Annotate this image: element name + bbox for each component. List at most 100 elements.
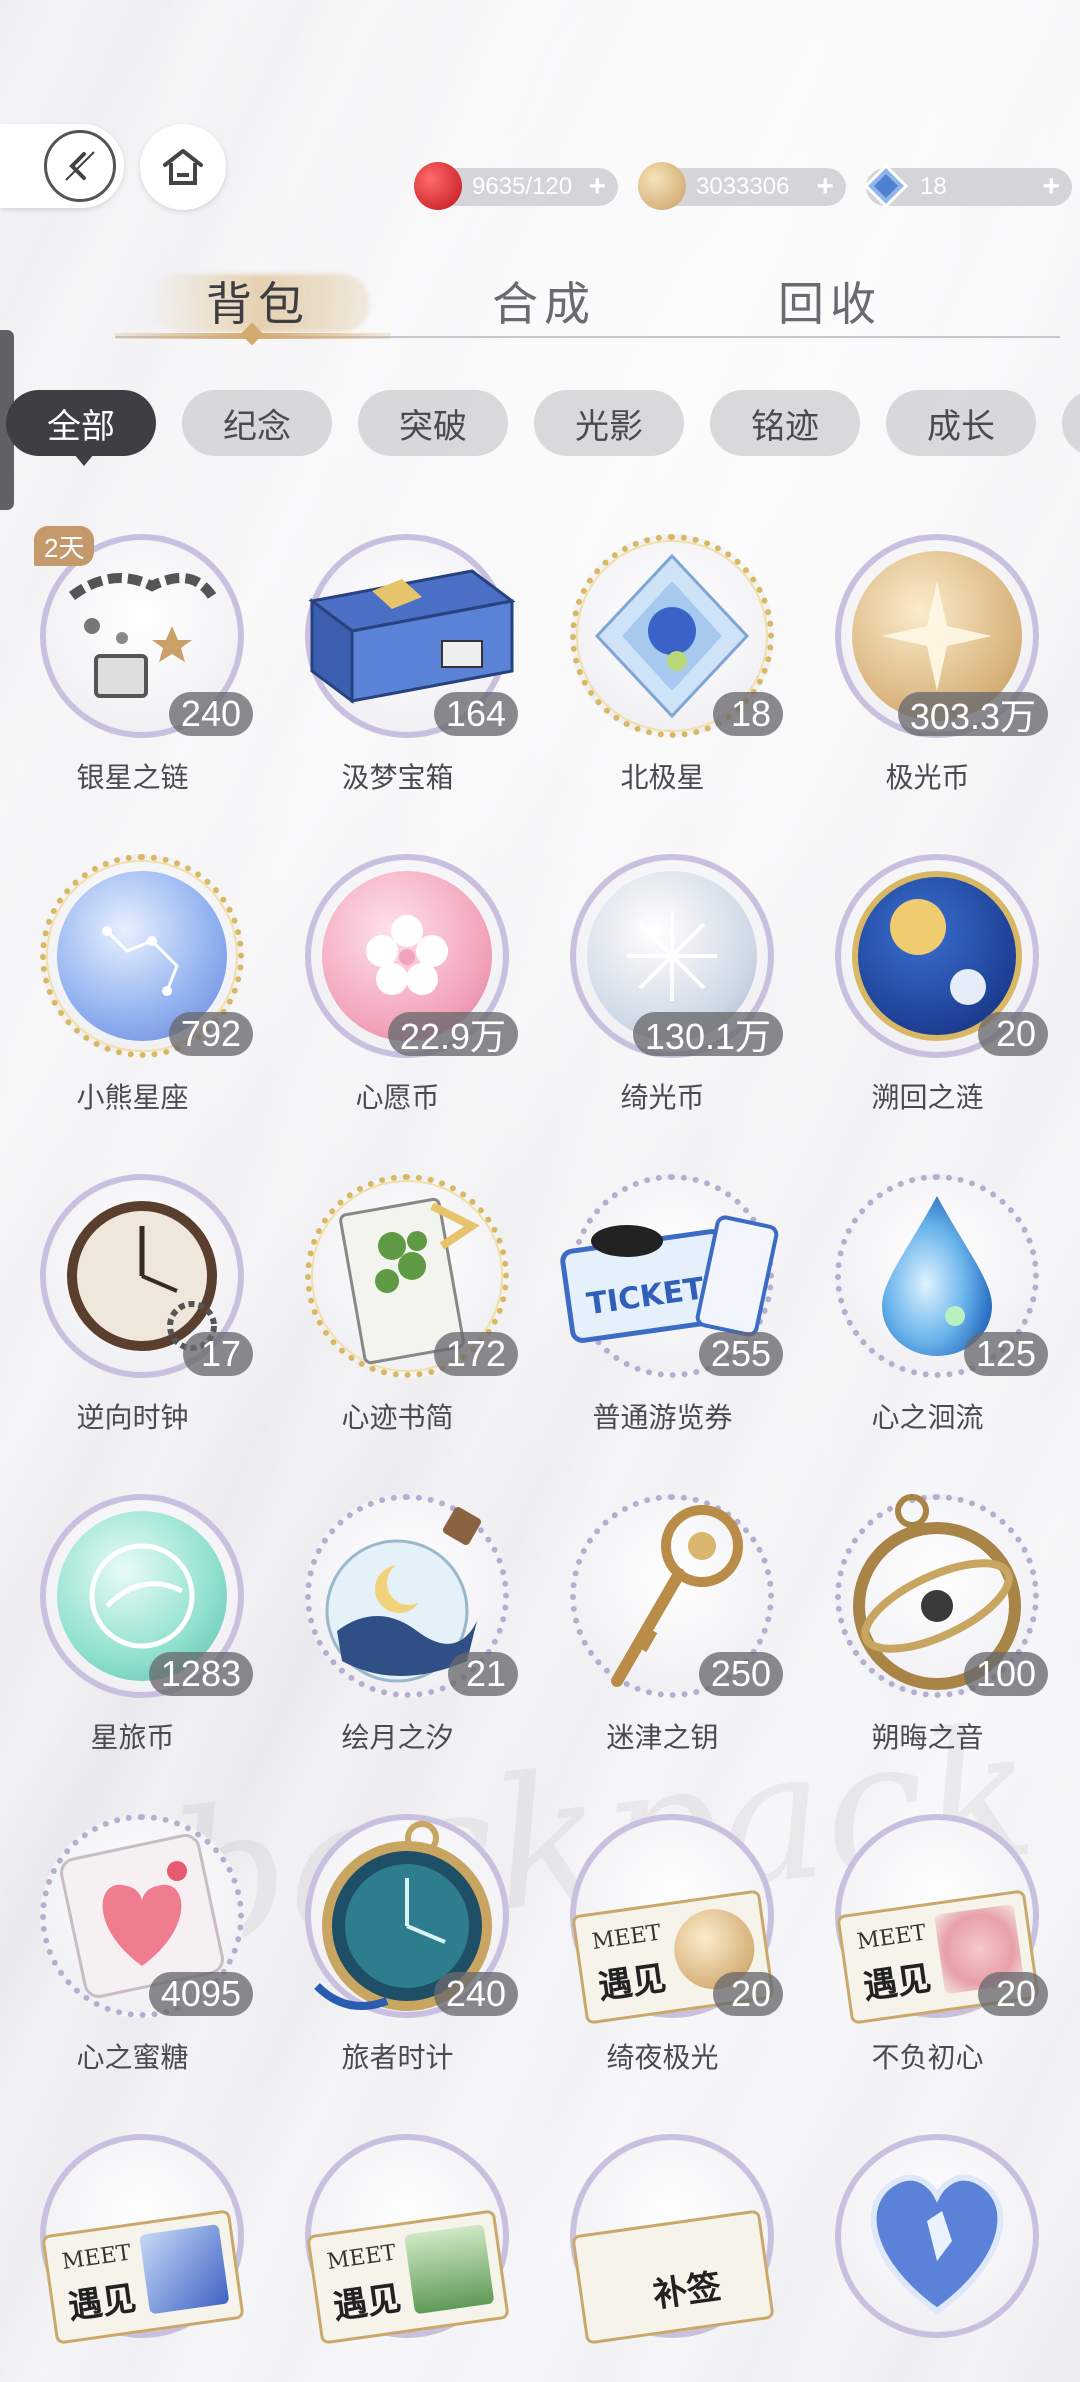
coin-counter[interactable]: 3033306 +: [638, 162, 846, 210]
item-count: 792: [168, 1012, 253, 1056]
item-slot[interactable]: 18 北极星: [530, 534, 795, 834]
stamina-counter[interactable]: 9635/120 +: [414, 162, 618, 210]
item-slot[interactable]: 250 迷津之钥: [530, 1494, 795, 1794]
item-count: 20: [978, 1012, 1048, 1056]
item-count: 4095: [148, 1972, 253, 2016]
item-count: 255: [698, 1332, 783, 1376]
expiry-badge: 2天: [34, 526, 95, 566]
item-count: 1283: [148, 1652, 253, 1696]
tab-backpack[interactable]: 背包: [206, 268, 310, 334]
coin-value: 3033306: [696, 173, 790, 200]
filter-growth[interactable]: 成长: [886, 390, 1036, 456]
item-slot[interactable]: 21 绘月之汐: [265, 1494, 530, 1794]
item-name: 汲梦宝箱: [341, 761, 454, 794]
item-slot[interactable]: 补签: [530, 2134, 795, 2382]
item-count: 130.1万: [632, 1012, 783, 1057]
item-slot[interactable]: MEET 遇见 20 不负初心: [795, 1814, 1060, 2114]
diamond-counter[interactable]: 18 +: [863, 163, 1072, 209]
item-slot[interactable]: 172 心迹书简: [265, 1174, 530, 1474]
add-coin-button[interactable]: +: [816, 170, 834, 204]
tab-synthesis[interactable]: 合成: [492, 268, 596, 334]
item-slot[interactable]: 22.9万 心愿币: [265, 854, 530, 1154]
item-name: 心之洄流: [871, 1401, 984, 1434]
ticket-yujian-label: 遇见: [595, 1958, 669, 2008]
filter-light-shadow[interactable]: 光影: [534, 390, 684, 456]
item-name: 小熊星座: [76, 1081, 189, 1114]
filter-inscription[interactable]: 铭迹: [710, 390, 860, 456]
ticket-yujian-label: 遇见: [65, 2278, 139, 2328]
ticket-meet-label: MEET: [60, 2240, 133, 2275]
ticket-meet-label: MEET: [855, 1920, 928, 1955]
tab-recycle[interactable]: 回收: [778, 268, 882, 334]
item-name: 绮夜极光: [606, 2041, 719, 2074]
item-name: 极光币: [885, 761, 970, 794]
add-stamina-button[interactable]: +: [588, 170, 606, 204]
tour-ticket-icon: TICKET: [560, 1215, 779, 1343]
back-button[interactable]: [0, 124, 124, 208]
item-count: 22.9万: [387, 1012, 518, 1057]
ticket-thumbnail: [139, 2223, 230, 2315]
item-slot[interactable]: 4095 心之蜜糖: [0, 1814, 265, 2114]
item-name: 绮光币: [620, 1081, 705, 1114]
item-slot[interactable]: 240 旅者时计: [265, 1814, 530, 2114]
item-slot[interactable]: 125 心之洄流: [795, 1174, 1060, 1474]
item-count: 172: [433, 1332, 518, 1376]
filter-all[interactable]: 全部: [6, 390, 156, 456]
item-slot[interactable]: MEET 遇见 20 绮夜极光: [530, 1814, 795, 2114]
item-slot[interactable]: 17 逆向时钟: [0, 1174, 265, 1474]
item-slot[interactable]: 1283 星旅币: [0, 1494, 265, 1794]
item-name: 旅者时计: [341, 2041, 454, 2074]
item-slot[interactable]: 792 小熊星座: [0, 854, 265, 1154]
item-slot[interactable]: 164 汲梦宝箱: [265, 534, 530, 834]
item-slot[interactable]: MEET 遇见: [0, 2134, 265, 2382]
item-count: 18: [713, 692, 783, 736]
item-count: 125: [963, 1332, 1048, 1376]
dream-treasure-box-icon: [308, 569, 516, 704]
item-slot[interactable]: TICKET 255 普通游览券: [530, 1174, 795, 1474]
item-slot[interactable]: 100 朔晦之音: [795, 1494, 1060, 1794]
filter-memorial[interactable]: 纪念: [182, 390, 332, 456]
item-slot[interactable]: 2天 240 银星之链: [0, 526, 265, 834]
item-frame: [835, 2134, 1039, 2338]
item-name: 北极星: [620, 761, 705, 794]
item-count: 250: [698, 1652, 783, 1696]
item-frame: MEET 遇见: [305, 2134, 510, 2345]
home-button[interactable]: [140, 124, 226, 210]
filter-more[interactable]: [1062, 390, 1080, 456]
item-name: 心之蜜糖: [76, 2041, 189, 2074]
item-name: 朔晦之音: [871, 1721, 984, 1754]
makeup-ticket-label: 补签: [650, 2266, 724, 2316]
item-count: 21: [448, 1652, 518, 1696]
add-diamond-button[interactable]: +: [1042, 170, 1060, 204]
meet-ticket-crystal-icon: MEET 遇见: [41, 2209, 245, 2345]
blue-diamond-icon: [862, 162, 910, 210]
item-name: 普通游览券: [592, 1401, 733, 1434]
item-count: 240: [168, 692, 253, 736]
item-count: 17: [183, 1332, 253, 1376]
item-slot[interactable]: 20 溯回之涟: [795, 854, 1060, 1154]
gold-coin-icon: [638, 162, 686, 210]
stamina-value: 9635/120: [472, 173, 573, 200]
ticket-meet-label: MEET: [325, 2240, 398, 2275]
makeup-ticket-icon: 补签: [571, 2209, 775, 2345]
item-count: 100: [963, 1652, 1048, 1696]
item-slot[interactable]: 303.3万 极光币: [795, 534, 1060, 834]
item-count: 20: [713, 1972, 783, 2016]
meet-ticket-forest-icon: MEET 遇见: [306, 2209, 510, 2345]
heart-crystal-icon: [870, 2174, 1004, 2315]
home-icon: [163, 149, 203, 185]
ticket-yujian-label: 遇见: [330, 2278, 404, 2328]
item-count: 240: [433, 1972, 518, 2016]
filter-breakthrough[interactable]: 突破: [358, 390, 508, 456]
back-arrow-icon: [44, 130, 116, 202]
item-name: 心愿币: [355, 1081, 440, 1114]
item-slot[interactable]: [795, 2134, 1060, 2382]
item-slot[interactable]: MEET 遇见: [265, 2134, 530, 2382]
ticket-thumbnail: [404, 2223, 495, 2315]
ticket-yujian-label: 遇见: [860, 1958, 934, 2008]
item-slot[interactable]: 130.1万 绮光币: [530, 854, 795, 1154]
item-name: 绘月之汐: [341, 1721, 454, 1754]
item-name: 迷津之钥: [606, 1721, 719, 1754]
diamond-value: 18: [920, 173, 947, 200]
item-name: 心迹书简: [341, 1401, 454, 1434]
